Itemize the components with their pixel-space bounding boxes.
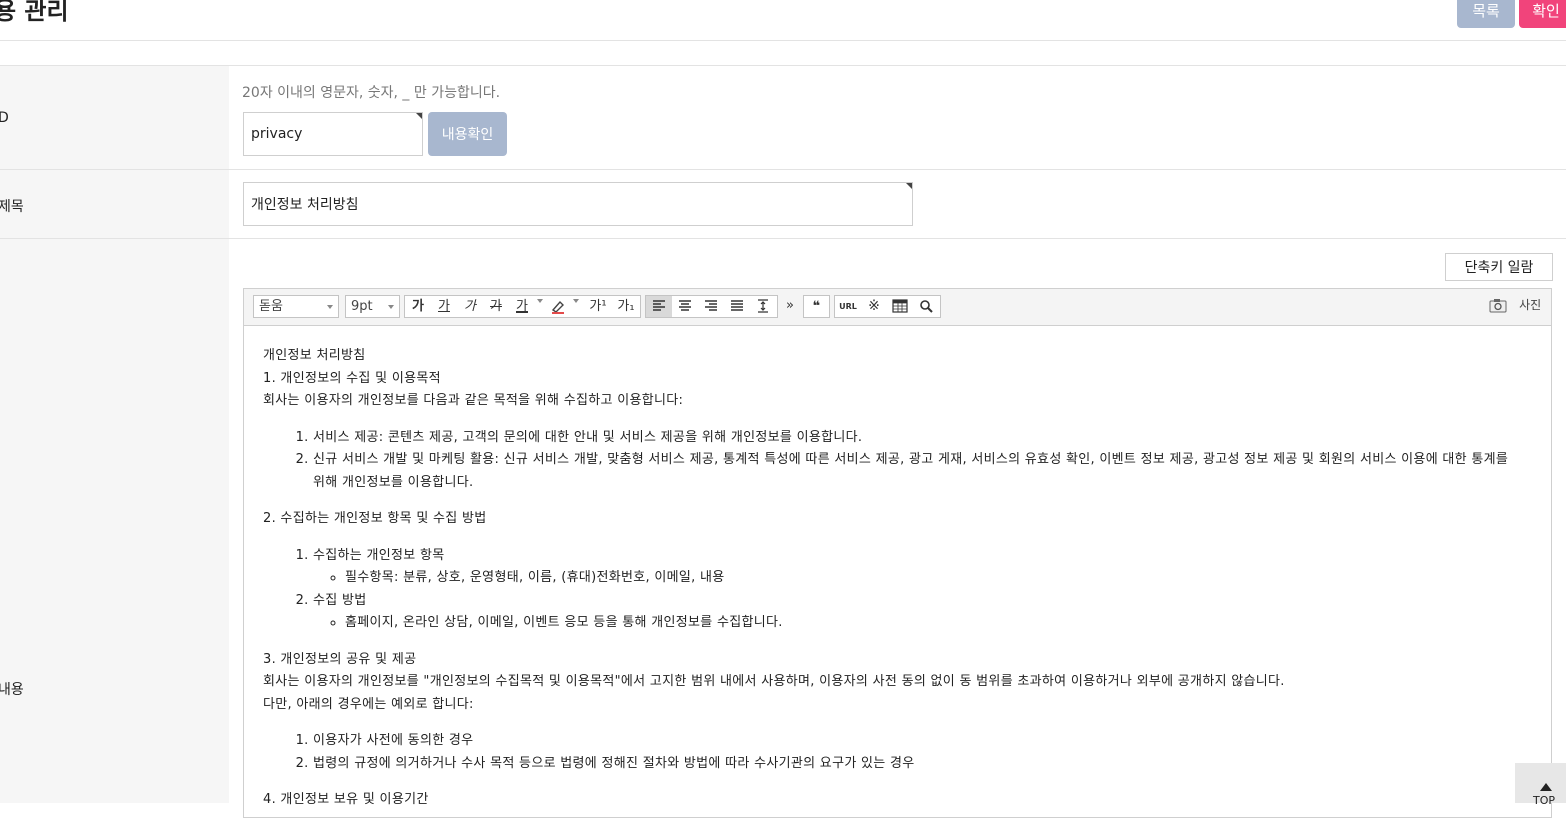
special-char-button[interactable]: ※: [861, 296, 887, 317]
url-button[interactable]: URL: [835, 296, 861, 317]
quote-button[interactable]: ❝: [804, 296, 829, 317]
editor-toolbar: 돋움 9pt 가 가 가 가 가 가¹ 가₁ » ❝ URL ※ 사진: [244, 289, 1551, 326]
align-right-button[interactable]: [698, 296, 724, 317]
section-title: 2. 수집하는 개인정보 항목 및 수집 방법: [263, 511, 487, 526]
line-height-icon: [758, 299, 768, 313]
title-input[interactable]: [243, 182, 913, 226]
align-left-icon: [653, 300, 665, 311]
id-hint: 20자 이내의 영문자, 숫자, _ 만 가능합니다.: [242, 85, 501, 101]
list-item: 법령의 규정에 의거하거나 수사 목적 등으로 법령에 정해진 절차와 방법에 …: [313, 753, 1523, 776]
chevron-down-icon: [327, 305, 333, 309]
superscript-button[interactable]: 가¹: [585, 296, 611, 317]
alignment-group: [645, 295, 778, 318]
align-left-button[interactable]: [646, 296, 672, 317]
editor-content[interactable]: 개인정보 처리방침 1. 개인정보의 수집 및 이용목적 회사는 이용자의 개인…: [263, 345, 1523, 812]
italic-button[interactable]: 가: [457, 296, 483, 317]
input-resize-corner: [906, 183, 912, 189]
section-list: 이용자가 사전에 동의한 경우 법령의 규정에 의거하거나 수사 목적 등으로 …: [263, 730, 1523, 775]
section-list: 수집하는 개인정보 항목 필수항목: 분류, 상호, 운영형태, 이름, (휴대…: [263, 545, 1523, 635]
align-justify-icon: [731, 300, 743, 311]
section-title: 3. 개인정보의 공유 및 제공: [263, 651, 417, 667]
camera-icon: [1489, 298, 1509, 314]
scroll-top-label: TOP: [1533, 794, 1556, 807]
find-button[interactable]: [913, 296, 939, 317]
font-color-button[interactable]: 가: [509, 296, 535, 317]
list-button[interactable]: 목록: [1457, 0, 1515, 28]
content-label: 내용: [0, 682, 24, 698]
section-intro: 다만, 아래의 경우에는 예외로 합니다:: [263, 696, 474, 712]
confirm-button[interactable]: 확인: [1519, 0, 1566, 28]
section-intro: 회사는 이용자의 개인정보를 "개인정보의 수집목적 및 이용목적"에서 고지한…: [263, 674, 1285, 689]
section-intro: 회사는 이용자의 개인정보를 다음과 같은 목적을 위해 수집하고 이용합니다:: [263, 393, 684, 408]
header-divider: [0, 40, 1566, 41]
quote-group: ❝: [803, 295, 830, 318]
insert-group: URL ※: [834, 295, 941, 318]
list-item-text: 수집하는 개인정보 항목: [313, 547, 445, 563]
list-item: 서비스 제공: 콘텐츠 제공, 고객의 문의에 대한 안내 및 서비스 제공을 …: [313, 427, 1523, 450]
section-title: 4. 개인정보 보유 및 이용기간: [263, 792, 429, 807]
search-icon: [920, 300, 933, 313]
highlight-button[interactable]: [545, 296, 571, 317]
list-item-text: 수집 방법: [313, 592, 367, 608]
input-resize-corner: [416, 113, 422, 119]
title-label: 제목: [0, 199, 24, 215]
label-column: [0, 66, 229, 803]
table-icon: [892, 299, 908, 313]
doc-heading: 개인정보 처리방침: [263, 348, 366, 363]
font-family-select[interactable]: 돋움: [253, 295, 339, 318]
photo-attach-button[interactable]: 사진: [1489, 295, 1549, 316]
align-justify-button[interactable]: [724, 296, 750, 317]
form-top-border: [0, 65, 1566, 66]
table-button[interactable]: [887, 296, 913, 317]
section-title: 1. 개인정보의 수집 및 이용목적: [263, 370, 441, 386]
align-center-button[interactable]: [672, 296, 698, 317]
list-item: 수집 방법 홈페이지, 온라인 상담, 이메일, 이벤트 응모 등을 통해 개인…: [313, 590, 1523, 635]
sub-list: 필수항목: 분류, 상호, 운영형태, 이름, (휴대)전화번호, 이메일, 내…: [313, 567, 1523, 590]
highlight-dropdown[interactable]: [571, 296, 581, 317]
underline-button[interactable]: 가: [431, 296, 457, 317]
row-divider: [0, 238, 1566, 239]
page-title: 용 관리: [0, 0, 69, 25]
line-height-button[interactable]: [750, 296, 776, 317]
font-family-value: 돋움: [259, 299, 283, 314]
shortcut-list-button[interactable]: 단축키 일람: [1445, 253, 1553, 281]
more-tools-button[interactable]: »: [781, 295, 799, 316]
photo-label: 사진: [1519, 298, 1542, 312]
bold-button[interactable]: 가: [405, 296, 431, 317]
row-divider: [0, 169, 1566, 170]
rich-text-editor: 돋움 9pt 가 가 가 가 가 가¹ 가₁ » ❝ URL ※ 사진 개인정보…: [243, 288, 1552, 818]
list-item: 신규 서비스 개발 및 마케팅 활용: 신규 서비스 개발, 맞춤형 서비스 제…: [313, 449, 1523, 494]
list-item: 수집하는 개인정보 항목 필수항목: 분류, 상호, 운영형태, 이름, (휴대…: [313, 545, 1523, 590]
sub-list-item: 홈페이지, 온라인 상담, 이메일, 이벤트 응모 등을 통해 개인정보를 수집…: [345, 612, 1523, 635]
font-size-select[interactable]: 9pt: [345, 295, 400, 318]
sub-list-item: 필수항목: 분류, 상호, 운영형태, 이름, (휴대)전화번호, 이메일, 내…: [345, 567, 1523, 590]
text-format-group: 가 가 가 가 가 가¹ 가₁: [404, 295, 641, 318]
font-size-value: 9pt: [351, 299, 373, 314]
id-label: D: [0, 110, 9, 126]
align-center-icon: [679, 300, 691, 311]
content-check-button[interactable]: 내용확인: [428, 112, 507, 156]
subscript-button[interactable]: 가₁: [612, 296, 640, 317]
list-item: 이용자가 사전에 동의한 경우: [313, 730, 1523, 753]
font-color-dropdown[interactable]: [535, 296, 545, 317]
chevron-down-icon: [537, 299, 543, 303]
align-right-icon: [705, 300, 717, 311]
chevron-down-icon: [388, 305, 394, 309]
highlighter-icon: [551, 300, 564, 314]
sub-list: 홈페이지, 온라인 상담, 이메일, 이벤트 응모 등을 통해 개인정보를 수집…: [313, 612, 1523, 635]
arrow-up-icon: [1540, 783, 1552, 791]
chevron-down-icon: [573, 299, 579, 303]
strikethrough-button[interactable]: 가: [483, 296, 509, 317]
scroll-top-button[interactable]: TOP: [1515, 763, 1566, 807]
section-list: 서비스 제공: 콘텐츠 제공, 고객의 문의에 대한 안내 및 서비스 제공을 …: [263, 427, 1523, 495]
id-input[interactable]: [243, 112, 423, 156]
